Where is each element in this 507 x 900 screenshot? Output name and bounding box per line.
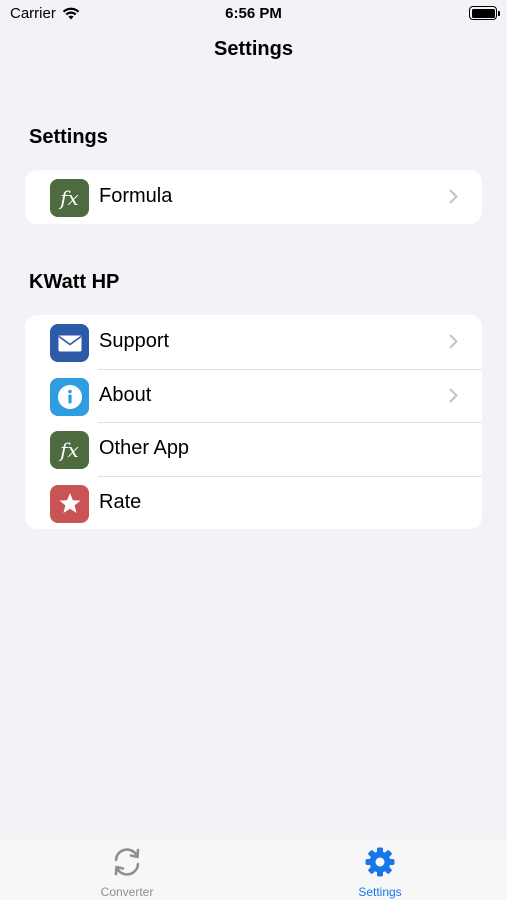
tab-bar: Converter Settings [0,840,507,900]
tab-label: Settings [358,885,402,899]
row-other-app[interactable]: fx Other App [25,422,482,476]
section-header-settings: Settings [29,126,108,148]
page-title: Settings [214,38,293,60]
status-time: 6:56 PM [225,5,282,22]
status-bar: Carrier 6:56 PM [0,0,507,30]
chevron-right-icon [449,334,458,349]
tab-converter[interactable]: Converter [67,846,187,899]
chevron-right-icon [449,189,458,204]
tab-label: Converter [100,885,154,899]
kwatt-group: Support About fx Other App Rate [25,315,482,529]
row-support[interactable]: Support [25,315,482,369]
row-label: About [99,383,152,406]
row-rate[interactable]: Rate [25,475,482,530]
tab-settings[interactable]: Settings [320,846,440,899]
row-about[interactable]: About [25,368,482,423]
battery-icon [469,6,500,20]
row-label: Other App [99,437,190,460]
info-icon [50,377,89,416]
star-icon [50,484,89,523]
chevron-right-icon [449,388,458,402]
settings-group: fx Formula [25,170,482,224]
section-header-kwatt-hp: KWatt HP [29,271,120,293]
row-label: Rate [99,490,142,513]
fx-icon: fx [50,431,89,469]
row-formula[interactable]: fx Formula [25,170,482,224]
envelope-icon [50,324,89,362]
row-label: Support [99,330,170,353]
row-label: Formula [99,185,173,208]
fx-icon: fx [50,179,89,217]
refresh-icon [114,848,140,876]
gear-icon [365,847,395,877]
